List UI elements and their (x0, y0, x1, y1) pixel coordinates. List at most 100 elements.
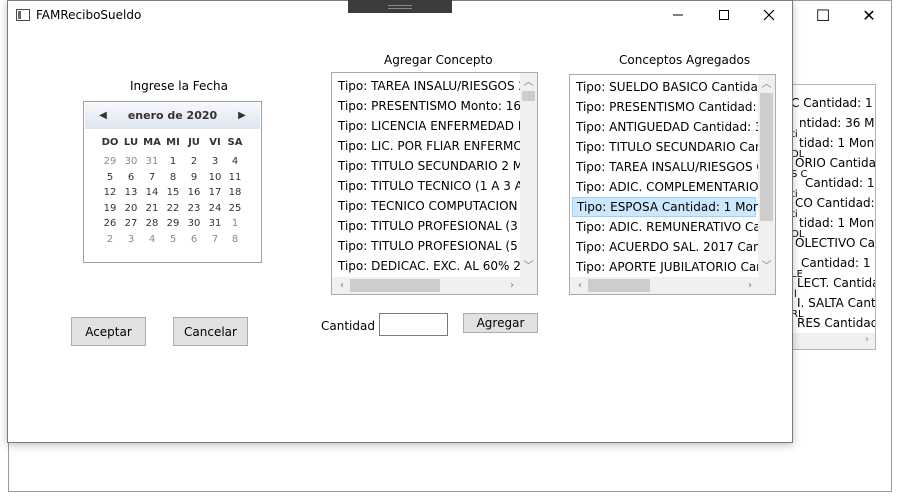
added-concepts-list[interactable]: Tipo: APORTE JUBILATORIO Cantid Tipo: ACU… (569, 74, 776, 295)
calendar-day[interactable]: 30 (121, 156, 141, 167)
calendar-day[interactable]: 13 (121, 187, 141, 198)
calendar-day[interactable]: 7 (142, 172, 162, 183)
calendar-day[interactable]: 23 (184, 203, 204, 214)
calendar-month-label[interactable]: enero de 2020 (85, 109, 260, 122)
list-item[interactable]: Tipo: TITULO SECUNDARIO 2 Mon (334, 156, 537, 176)
scroll-thumb[interactable] (588, 279, 650, 292)
calendar-day[interactable]: 26 (100, 218, 120, 229)
calendar-day[interactable]: 5 (163, 234, 183, 245)
calendar-day[interactable]: 8 (225, 234, 245, 245)
quantity-input[interactable] (379, 313, 448, 336)
list-item[interactable]: Tipo: LICENCIA ENFERMEDAD Mon (334, 116, 537, 136)
add-concept-list[interactable]: Tipo: DEDICAC. EXC. AL 60% 2 Mo Tipo: TIT… (331, 72, 538, 295)
calendar-day[interactable]: 20 (121, 203, 141, 214)
calendar-day[interactable]: 17 (205, 187, 225, 198)
scroll-right-icon[interactable]: › (865, 334, 869, 345)
list-item[interactable]: Tipo: TITULO PROFESIONAL (3 A 5 (334, 216, 537, 236)
list-item[interactable]: Tipo: LIC. POR FLIAR ENFERMO Mo (334, 136, 537, 156)
calendar-day[interactable]: 24 (205, 203, 225, 214)
close-button[interactable] (746, 0, 792, 30)
cancel-button[interactable]: Cancelar (173, 317, 248, 346)
calendar-day[interactable]: 7 (205, 234, 225, 245)
calendar-day[interactable]: 28 (142, 218, 162, 229)
calendar-day[interactable]: 16 (184, 187, 204, 198)
maximize-icon (719, 10, 729, 20)
calendar-day[interactable]: 19 (100, 203, 120, 214)
calendar-day[interactable]: 31 (205, 218, 225, 229)
scroll-up-icon[interactable]: ︿ (758, 77, 775, 93)
list-item[interactable]: Tipo: TAREA INSALU/RIESGOS Can (572, 157, 775, 177)
calendar-day[interactable]: 4 (225, 156, 245, 167)
scroll-thumb[interactable] (350, 279, 440, 292)
list-item[interactable]: Tipo: ADIC. REMUNERATIVO Cantid (572, 217, 775, 237)
calendar-day[interactable]: 3 (205, 156, 225, 167)
list-item[interactable]: Tipo: PRESENTISMO Cantidad: 1 M (572, 97, 775, 117)
scroll-thumb[interactable] (760, 93, 773, 221)
added-concepts-vscroll[interactable]: ︿ ﹀ (758, 75, 775, 277)
calendar-day[interactable]: 11 (225, 172, 245, 183)
list-item[interactable]: Tipo: ACUERDO SAL. 2017 Cantida (572, 237, 775, 257)
background-maximize-icon[interactable]: ☐ (800, 0, 846, 30)
background-close-icon[interactable]: ✕ (846, 0, 892, 30)
list-item[interactable]: Tipo: ESPOSA Cantidad: 1 Monto: (572, 197, 775, 217)
scroll-down-icon[interactable]: ﹀ (758, 259, 775, 275)
list-item[interactable]: Tipo: TECNICO COMPUTACION (2 (334, 196, 534, 216)
window-drag-grip[interactable] (348, 0, 452, 13)
add-concept-vscroll[interactable]: ︿ ﹀ (520, 73, 537, 277)
minimize-button[interactable] (655, 0, 701, 30)
add-button[interactable]: Agregar (463, 313, 538, 333)
calendar-day[interactable]: 18 (225, 187, 245, 198)
list-item[interactable]: Tipo: APORTE JUBILATORIO Cantid (572, 257, 775, 277)
list-item[interactable]: Tipo: TAREA INSALU/RIESGOS 2 M (334, 76, 537, 96)
accept-button[interactable]: Aceptar (71, 317, 146, 346)
list-item[interactable]: Tipo: TITULO TECNICO (1 A 3 AÑO (334, 176, 537, 196)
list-item[interactable]: Tipo: ADIC. COMPLEMENTARIO Ca (572, 177, 775, 197)
calendar-day[interactable]: 15 (163, 187, 183, 198)
scroll-left-icon[interactable]: ‹ (572, 277, 588, 294)
scroll-left-icon[interactable]: ‹ (334, 277, 350, 294)
scroll-up-icon[interactable]: ︿ (520, 75, 537, 91)
calendar-day[interactable]: 3 (121, 234, 141, 245)
list-item[interactable]: Tipo: PRESENTISMO Monto: 166,5 (334, 96, 537, 116)
list-item[interactable]: Tipo: DEDICAC. EXC. AL 60% 2 Mo (334, 256, 537, 276)
list-item[interactable]: Tipo: ANTIGUEDAD Cantidad: 38 M (572, 117, 775, 137)
added-concepts-hscroll[interactable]: ‹ › (570, 277, 775, 294)
maximize-button[interactable] (701, 0, 747, 30)
background-list-hscroll[interactable]: › (791, 333, 875, 349)
calendar-day[interactable]: 27 (121, 218, 141, 229)
calendar-day[interactable]: 5 (100, 172, 120, 183)
calendar-day[interactable]: 4 (142, 234, 162, 245)
list-item[interactable]: Tipo: TITULO SECUNDARIO Cantid (572, 137, 775, 157)
add-concept-hscroll[interactable]: ‹ › (332, 277, 537, 294)
calendar-day[interactable]: 6 (184, 234, 204, 245)
calendar-day[interactable]: 9 (184, 172, 204, 183)
scroll-right-icon[interactable]: › (742, 277, 758, 294)
scroll-down-icon[interactable]: ﹀ (520, 259, 537, 275)
calendar-weekday: DO (101, 137, 119, 148)
list-item[interactable]: Tipo: TITULO PROFESIONAL (5 AÑ (334, 236, 537, 256)
calendar-day[interactable]: 12 (100, 187, 120, 198)
scroll-right-icon[interactable]: › (504, 277, 520, 294)
calendar-day[interactable]: 1 (163, 156, 183, 167)
calendar-day[interactable]: 8 (163, 172, 183, 183)
calendar-day[interactable]: 25 (225, 203, 245, 214)
list-item[interactable]: Tipo: SUELDO BASICO Cantidad: 1 (572, 77, 775, 97)
calendar-day[interactable]: 2 (100, 234, 120, 245)
background-list-fragment: RES Cantidad: (797, 316, 876, 330)
background-window-caption: ☐ ✕ (810, 0, 892, 30)
calendar-day[interactable]: 22 (163, 203, 183, 214)
next-month-icon[interactable]: ▶ (237, 110, 247, 122)
calendar-day[interactable]: 10 (205, 172, 225, 183)
calendar-day[interactable]: 2 (184, 156, 204, 167)
calendar-day[interactable]: 21 (142, 203, 162, 214)
calendar-day[interactable]: 1 (225, 218, 245, 229)
calendar-day[interactable]: 30 (184, 218, 204, 229)
calendar-day[interactable]: 31 (142, 156, 162, 167)
calendar-day[interactable]: 29 (100, 156, 120, 167)
scroll-thumb[interactable] (522, 91, 535, 101)
calendar-day[interactable]: 6 (121, 172, 141, 183)
calendar-day[interactable]: 29 (163, 218, 183, 229)
calendar-day[interactable]: 14 (142, 187, 162, 198)
minimize-icon (673, 14, 683, 16)
calendar[interactable]: ◀ enero de 2020 ▶ DO LU MA MI JU VI SA 29 30 31 1 2… (83, 101, 262, 263)
